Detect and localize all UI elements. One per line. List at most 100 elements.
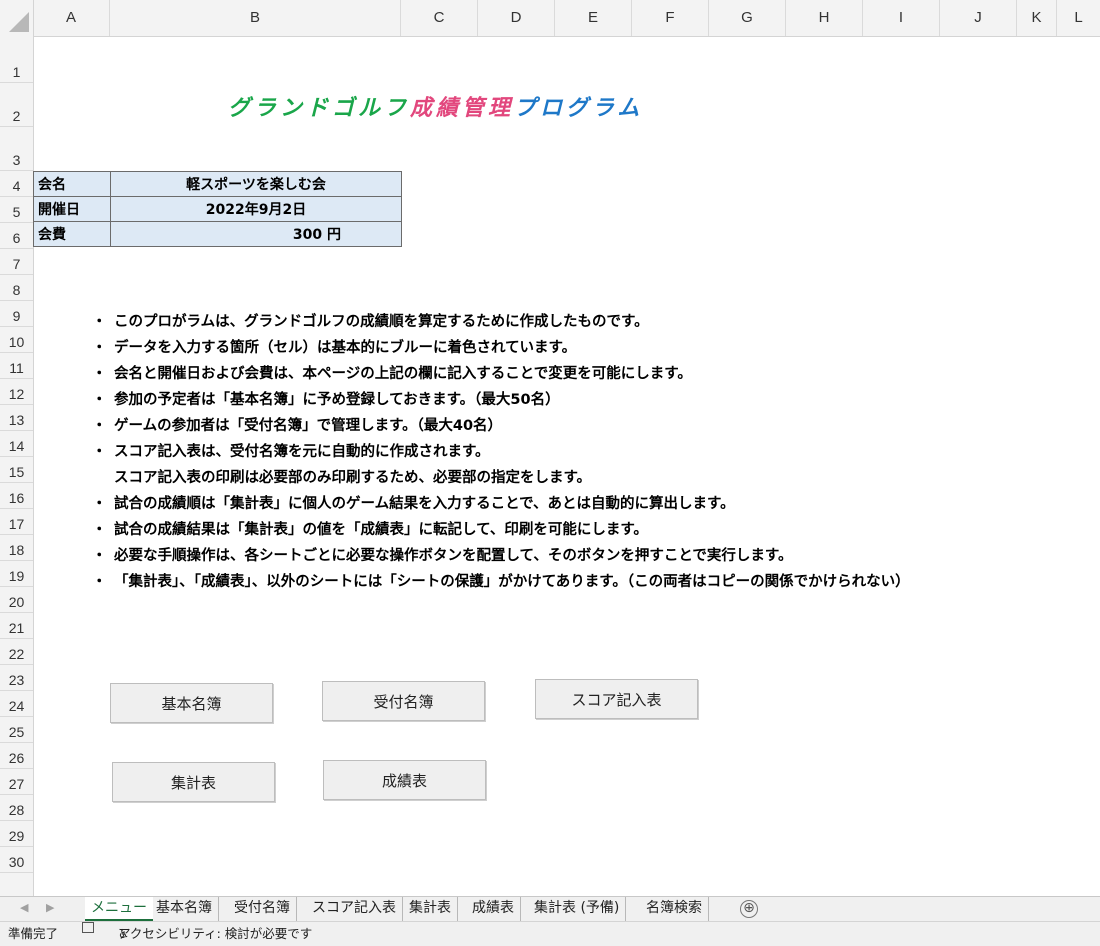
results-table-button[interactable]: 成績表 [323, 760, 486, 800]
note-bullet: ・ [92, 366, 107, 382]
row-header[interactable]: 2 [0, 83, 33, 127]
column-header-c[interactable]: C [401, 0, 478, 36]
note-text: 必要な手順操作は、各シートごとに必要な操作ボタンを配置して、そのボタンを押すこと… [114, 548, 793, 564]
tab-basic-roster[interactable]: 基本名簿 [150, 897, 219, 921]
column-header-i[interactable]: I [863, 0, 940, 36]
row-header[interactable]: 14 [0, 431, 33, 457]
row-header[interactable]: 22 [0, 639, 33, 665]
column-header-h[interactable]: H [786, 0, 863, 36]
row-header[interactable]: 13 [0, 405, 33, 431]
column-header-j[interactable]: J [940, 0, 1017, 36]
score-sheet-button[interactable]: スコア記入表 [535, 679, 698, 719]
row-header[interactable]: 18 [0, 535, 33, 561]
event-date-cell[interactable]: 2022年9月2日 [110, 196, 402, 222]
tab-summary-spare[interactable]: 集計表 (予備) [528, 897, 627, 921]
event-info-table: 会名 軽スポーツを楽しむ会 開催日 2022年9月2日 会費 300 円 [33, 171, 402, 247]
row-header[interactable]: 30 [0, 847, 33, 873]
scroll-tabs-right-icon[interactable]: ▶ [46, 901, 54, 914]
note-text: スコア記入表は、受付名簿を元に自動的に作成されます。 [114, 444, 490, 460]
note-line: ・会名と開催日および会費は、本ページの上記の欄に記入することで変更を可能にします… [92, 362, 692, 383]
title-part-program: プログラム [514, 96, 644, 121]
row-header[interactable]: 24 [0, 691, 33, 717]
tab-score-sheet[interactable]: スコア記入表 [306, 897, 403, 921]
row-header[interactable]: 4 [0, 171, 33, 197]
row-header[interactable]: 5 [0, 197, 33, 223]
row-header[interactable]: 20 [0, 587, 33, 613]
row-header[interactable]: 12 [0, 379, 33, 405]
column-header-bar: A B C D E F G H I J K L [0, 0, 1100, 37]
scroll-tabs-left-icon[interactable]: ◀ [20, 901, 28, 914]
note-line: ・参加の予定者は「基本名簿」に予め登録しておきます。（最大50名） [92, 388, 560, 409]
note-text: スコア記入表の印刷は必要部のみ印刷するため、必要部の指定をします。 [114, 470, 592, 486]
note-bullet: ・ [92, 522, 107, 538]
row-header[interactable]: 19 [0, 561, 33, 587]
column-header-a[interactable]: A [33, 0, 110, 36]
row-header[interactable]: 23 [0, 665, 33, 691]
row-header[interactable]: 6 [0, 223, 33, 249]
note-line: ・試合の成績順は「集計表」に個人のゲーム結果を入力することで、あとは自動的に算出… [92, 492, 735, 513]
note-line: スコア記入表の印刷は必要部のみ印刷するため、必要部の指定をします。 [92, 466, 591, 487]
row-header-bar: 1 2 3 4 5 6 7 8 9 10 11 12 13 14 15 16 1… [0, 36, 34, 896]
basic-roster-button[interactable]: 基本名簿 [110, 683, 273, 723]
column-header-d[interactable]: D [478, 0, 555, 36]
row-header[interactable]: 8 [0, 275, 33, 301]
row-header[interactable]: 21 [0, 613, 33, 639]
column-header-l[interactable]: L [1057, 0, 1100, 36]
note-bullet: ・ [92, 340, 107, 356]
note-bullet: ・ [92, 574, 107, 590]
tab-roster-search[interactable]: 名簿検索 [640, 897, 709, 921]
note-line: ・「集計表」、「成績表」、以外のシートには「シートの保護」がかけてあります。（こ… [92, 570, 910, 591]
row-header[interactable]: 25 [0, 717, 33, 743]
note-bullet: ・ [92, 418, 107, 434]
tab-results[interactable]: 成績表 [466, 897, 521, 921]
row-header[interactable]: 3 [0, 127, 33, 171]
tab-summary[interactable]: 集計表 [403, 897, 458, 921]
reception-roster-button[interactable]: 受付名簿 [322, 681, 485, 721]
note-line: ・スコア記入表は、受付名簿を元に自動的に作成されます。 [92, 440, 490, 461]
note-bullet: ・ [92, 314, 107, 330]
note-text: 参加の予定者は「基本名簿」に予め登録しておきます。（最大50名） [114, 392, 560, 408]
program-title: グランドゴルフ成績管理プログラム [228, 90, 643, 122]
event-name-cell[interactable]: 軽スポーツを楽しむ会 [110, 171, 402, 197]
note-text: データを入力する箇所（セル）は基本的にブルーに着色されています。 [114, 340, 577, 356]
column-header-e[interactable]: E [555, 0, 632, 36]
column-header-f[interactable]: F [632, 0, 709, 36]
status-ready: 準備完了 [8, 926, 59, 941]
row-header[interactable]: 7 [0, 249, 33, 275]
accessibility-text: アクセシビリティ: 検討が必要です [118, 926, 313, 941]
row-header[interactable]: 16 [0, 483, 33, 509]
note-text: このプロがラムは、グランドゴルフの成績順を算定するために作成したものです。 [114, 314, 649, 330]
note-line: ・試合の成績結果は「集計表」の値を「成績表」に転記して、印刷を可能にします。 [92, 518, 648, 539]
row-header[interactable]: 9 [0, 301, 33, 327]
note-line: ・ゲームの参加者は「受付名簿」で管理します。（最大40名） [92, 414, 502, 435]
event-fee-label: 会費 [33, 221, 111, 247]
title-part-golf: グランドゴルフ [228, 96, 411, 121]
row-header[interactable]: 10 [0, 327, 33, 353]
tab-reception-roster[interactable]: 受付名簿 [228, 897, 297, 921]
note-bullet: ・ [92, 548, 107, 564]
note-text: ゲームの参加者は「受付名簿」で管理します。（最大40名） [114, 418, 503, 434]
event-date-label: 開催日 [33, 196, 111, 222]
add-sheet-icon[interactable]: ⊕ [740, 900, 758, 918]
row-header[interactable]: 11 [0, 353, 33, 379]
row-header[interactable]: 27 [0, 769, 33, 795]
summary-table-button[interactable]: 集計表 [112, 762, 275, 802]
note-text: 「集計表」、「成績表」、以外のシートには「シートの保護」がかけてあります。（この… [114, 574, 910, 590]
row-header[interactable]: 28 [0, 795, 33, 821]
column-header-b[interactable]: B [110, 0, 401, 36]
row-header[interactable]: 15 [0, 457, 33, 483]
note-line: ・このプロがラムは、グランドゴルフの成績順を算定するために作成したものです。 [92, 310, 649, 331]
row-header[interactable]: 17 [0, 509, 33, 535]
note-line: ・必要な手順操作は、各シートごとに必要な操作ボタンを配置して、そのボタンを押すこ… [92, 544, 792, 565]
tab-menu[interactable]: メニュー [85, 897, 153, 921]
note-text: 会名と開催日および会費は、本ページの上記の欄に記入することで変更を可能にします。 [114, 366, 692, 382]
select-all-corner[interactable] [0, 0, 34, 36]
row-header[interactable]: 26 [0, 743, 33, 769]
column-header-g[interactable]: G [709, 0, 786, 36]
event-fee-cell[interactable]: 300 円 [110, 221, 402, 247]
column-header-k[interactable]: K [1017, 0, 1057, 36]
row-header[interactable]: 29 [0, 821, 33, 847]
title-part-management: 成績管理 [410, 96, 515, 121]
row-header[interactable]: 1 [0, 36, 33, 83]
sheet-tab-bar: ◀ ▶ メニュー 基本名簿 受付名簿 スコア記入表 集計表 成績表 集計表 (予… [0, 896, 1100, 922]
